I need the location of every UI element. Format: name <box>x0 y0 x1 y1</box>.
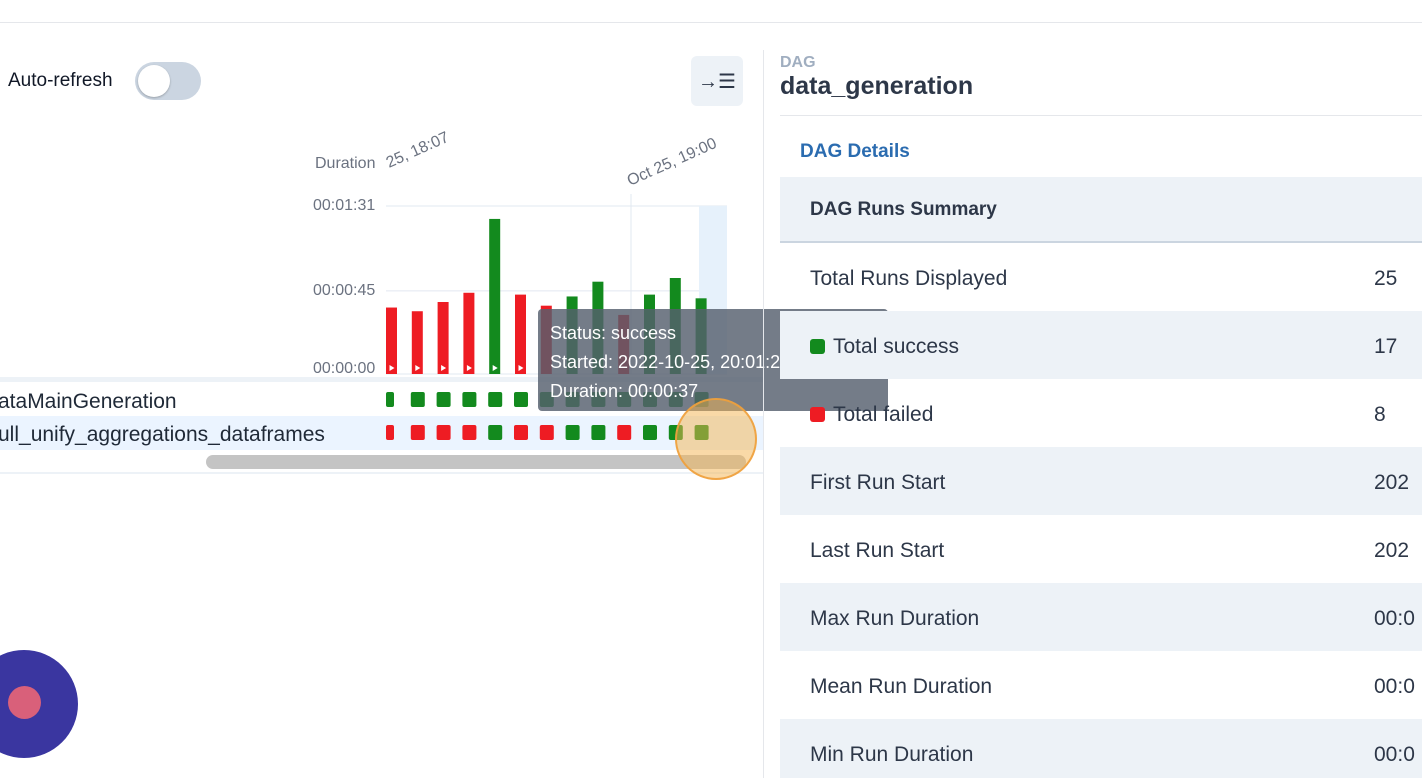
summary-row-value: 25 <box>1374 267 1398 290</box>
summary-row-total-runs: Total Runs Displayed 25 <box>780 243 1422 311</box>
summary-row-label: Total success <box>833 335 960 358</box>
y-tick-label-bottom: 00:00:00 <box>313 360 375 377</box>
summary-row-total-success: Total success 17 <box>780 311 1422 379</box>
y-tick-label-top: 00:01:31 <box>313 197 375 214</box>
task-instance-cell[interactable] <box>436 425 451 440</box>
dag-title: data_generation <box>780 72 974 100</box>
task-instance-cell[interactable] <box>410 425 425 440</box>
grid-panel: Auto-refresh →☰ Duration 25, 18:07 Oct 2… <box>0 22 888 778</box>
task-label-unify-aggregations[interactable]: ull_unify_aggregations_dataframes <box>0 423 325 446</box>
summary-row-label: Min Run Duration <box>810 743 974 766</box>
duration-axis-label: Duration <box>315 155 375 172</box>
task-instance-cell[interactable] <box>488 392 503 407</box>
summary-row-mean-duration: Mean Run Duration 00:0 <box>780 651 1422 719</box>
summary-row-value: 202 <box>1374 539 1410 562</box>
summary-row-label: First Run Start <box>810 471 946 494</box>
task-instance-cell[interactable] <box>436 392 451 407</box>
summary-row-label: Total Runs Displayed <box>810 267 1008 290</box>
summary-row-total-failed: Total failed 8 <box>780 379 1422 447</box>
task-instance-cell[interactable] <box>386 392 394 407</box>
details-panel: DAG data_generation DAG Details DAG Runs… <box>764 22 1422 778</box>
task-instance-cell[interactable] <box>386 425 394 440</box>
run-bar-4[interactable] <box>463 292 475 374</box>
tab-dag-details[interactable]: DAG Details <box>800 141 910 163</box>
summary-row-first-run-start: First Run Start 202 <box>780 447 1422 515</box>
horizontal-scrollbar[interactable] <box>206 455 746 469</box>
task-instance-cell[interactable] <box>410 392 425 407</box>
task-label-data-main-generation[interactable]: ataMainGeneration <box>0 390 177 413</box>
task-instance-cell[interactable] <box>488 425 503 440</box>
record-dot-icon <box>8 686 41 719</box>
success-swatch-icon <box>810 339 825 354</box>
summary-header-title: DAG Runs Summary <box>810 199 997 220</box>
y-tick-label-mid: 00:00:45 <box>313 282 375 299</box>
task-instance-cell[interactable] <box>514 425 528 440</box>
task-instance-cell[interactable] <box>514 392 528 407</box>
task-instance-cell[interactable] <box>462 392 477 407</box>
summary-row-min-duration: Min Run Duration 00:0 <box>780 719 1422 778</box>
task-instance-cell[interactable] <box>462 425 477 440</box>
title-separator <box>780 115 1422 116</box>
summary-header: DAG Runs Summary <box>780 177 1422 243</box>
run-bar-5[interactable] <box>489 218 501 374</box>
summary-row-label: Mean Run Duration <box>810 675 993 698</box>
failed-swatch-icon <box>810 407 825 422</box>
summary-row-max-duration: Max Run Duration 00:0 <box>780 583 1422 651</box>
top-bar <box>0 0 1422 23</box>
click-highlight-circle <box>675 398 757 480</box>
task-instance-cell[interactable] <box>591 425 606 440</box>
summary-row-value: 00:0 <box>1374 743 1415 766</box>
summary-row-value: 8 <box>1374 403 1386 426</box>
task-instance-cell[interactable] <box>643 425 657 440</box>
run-bar-1[interactable] <box>386 307 397 374</box>
run-bar-6[interactable] <box>515 294 526 374</box>
summary-row-label: Last Run Start <box>810 539 945 562</box>
task-instance-cell[interactable] <box>565 425 580 440</box>
run-bar-2[interactable] <box>411 311 423 374</box>
summary-row-value: 00:0 <box>1374 607 1415 630</box>
summary-row-value: 00:0 <box>1374 675 1415 698</box>
summary-row-value: 17 <box>1374 335 1398 358</box>
summary-row-label: Max Run Duration <box>810 607 980 630</box>
run-bar-3[interactable] <box>437 302 449 374</box>
task-instance-cell[interactable] <box>539 425 554 440</box>
date-label-second: Oct 25, 19:00 <box>625 135 720 190</box>
summary-row-label: Total failed <box>833 403 934 426</box>
summary-row-value: 202 <box>1374 471 1410 494</box>
task-instance-cell[interactable] <box>617 425 632 440</box>
grid-bottom-border <box>0 472 763 474</box>
date-label-first: 25, 18:07 <box>384 129 452 172</box>
summary-row-last-run-start: Last Run Start 202 <box>780 515 1422 583</box>
dag-caption: DAG <box>780 54 816 71</box>
